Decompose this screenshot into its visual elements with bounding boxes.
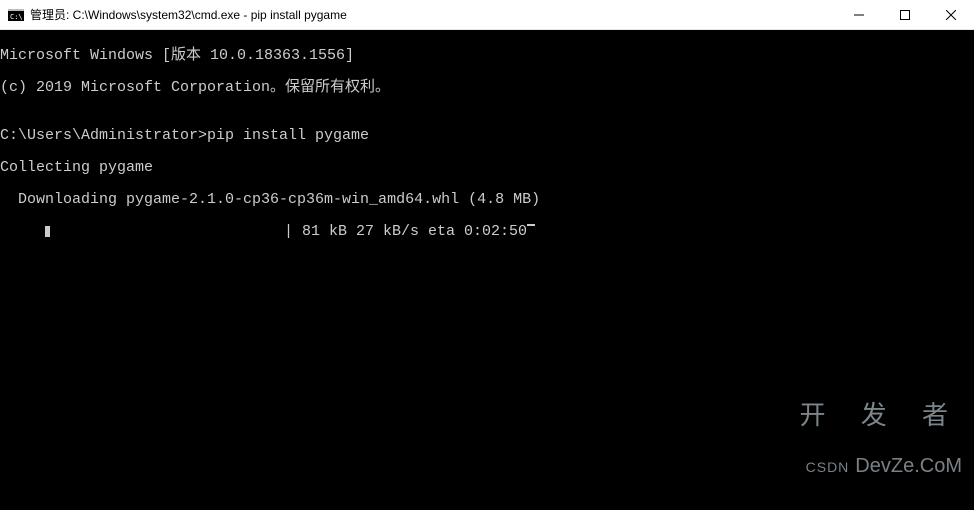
close-button[interactable]	[928, 0, 974, 30]
progress-indent	[0, 224, 45, 240]
minimize-button[interactable]	[836, 0, 882, 30]
progress-bar	[45, 224, 275, 238]
terminal-line: Collecting pygame	[0, 160, 974, 176]
window-controls	[836, 0, 974, 29]
terminal-prompt-line: C:\Users\Administrator>pip install pygam…	[0, 128, 974, 144]
maximize-button[interactable]	[882, 0, 928, 30]
watermark-devze: DevZe.CoM	[855, 456, 962, 476]
progress-filled	[45, 226, 50, 237]
terminal-line: Microsoft Windows [版本 10.0.18363.1556]	[0, 48, 974, 64]
cmd-icon: C:\	[8, 7, 24, 23]
terminal-line: (c) 2019 Microsoft Corporation。保留所有权利。	[0, 80, 974, 96]
watermark-csdn: CSDN	[806, 460, 850, 474]
watermark-big: 开 发 者	[800, 402, 962, 428]
terminal-body[interactable]: Microsoft Windows [版本 10.0.18363.1556] (…	[0, 30, 974, 510]
progress-stats: | 81 kB 27 kB/s eta 0:02:50	[275, 224, 527, 240]
title-left: C:\ 管理员: C:\Windows\system32\cmd.exe - p…	[0, 6, 836, 23]
watermark-row2: CSDN DevZe.CoM	[800, 456, 962, 476]
progress-line: | 81 kB 27 kB/s eta 0:02:50	[0, 224, 974, 240]
cursor	[527, 224, 535, 226]
terminal-line: Downloading pygame-2.1.0-cp36-cp36m-win_…	[0, 192, 974, 208]
window-titlebar: C:\ 管理员: C:\Windows\system32\cmd.exe - p…	[0, 0, 974, 30]
window-title: 管理员: C:\Windows\system32\cmd.exe - pip i…	[30, 6, 347, 23]
cmd-icon-text: C:\	[10, 13, 23, 21]
watermark: 开 发 者 CSDN DevZe.CoM	[800, 372, 962, 506]
